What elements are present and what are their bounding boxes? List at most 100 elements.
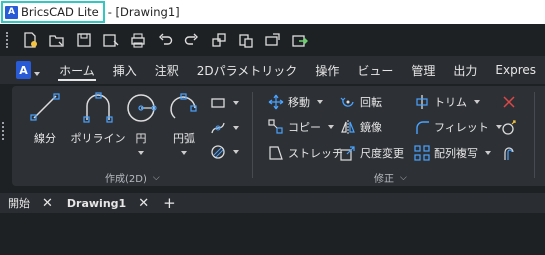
tab-home[interactable]: ホーム xyxy=(50,56,104,84)
delete-button[interactable] xyxy=(502,95,516,109)
app-name: BricsCAD Lite xyxy=(21,5,99,19)
rectangle-icon xyxy=(211,98,225,108)
doc-tab-start[interactable]: 開始 ✕ xyxy=(8,193,53,213)
stretch-button[interactable]: ストレッチ xyxy=(268,145,343,161)
rotate-label: 回転 xyxy=(360,96,382,109)
paste-icon[interactable] xyxy=(235,29,257,51)
close-icon[interactable]: ✕ xyxy=(42,196,53,211)
ribbon-panels: 線分 ポリライン 円 円弧 作成(2D) ⌵ 移動 コピー ストレッチ 回転 鏡… xyxy=(12,86,545,186)
hatch-button[interactable] xyxy=(210,144,239,160)
print-icon[interactable] xyxy=(127,29,149,51)
hatch-icon xyxy=(211,145,225,159)
app-button-icon[interactable]: A xyxy=(16,61,32,79)
draw-panel-label[interactable]: 作成(2D) ⌵ xyxy=(105,170,160,186)
chevron-down-icon[interactable] xyxy=(233,150,239,154)
move-button[interactable]: 移動 xyxy=(268,94,323,110)
copy-clip-icon[interactable] xyxy=(208,29,230,51)
rectangle-button[interactable] xyxy=(210,96,239,110)
polyline-icon xyxy=(81,90,115,124)
document-tab-bar: 開始 ✕ Drawing1 ✕ + xyxy=(0,193,545,213)
trim-icon xyxy=(416,95,428,109)
tab-insert[interactable]: 挿入 xyxy=(104,56,146,84)
chevron-down-icon[interactable] xyxy=(317,100,323,104)
copy-button[interactable]: コピー xyxy=(268,119,334,135)
fillet-icon xyxy=(416,121,429,134)
close-icon[interactable]: ✕ xyxy=(138,196,149,211)
stretch-label: ストレッチ xyxy=(288,147,343,160)
chevron-down-icon: ⌵ xyxy=(152,172,160,183)
cloud-upload-icon[interactable] xyxy=(262,29,284,51)
chevron-down-icon[interactable] xyxy=(328,125,334,129)
modify-panel-title: 修正 xyxy=(374,174,394,185)
chevron-down-icon[interactable] xyxy=(34,72,41,76)
polyline-label: ポリライン xyxy=(70,132,126,145)
toolbar-grip[interactable] xyxy=(6,32,9,48)
undo-icon[interactable] xyxy=(154,29,176,51)
offset-icon xyxy=(504,147,514,160)
chevron-down-icon[interactable] xyxy=(485,151,491,155)
panel-separator xyxy=(534,92,535,178)
app-menu-button[interactable]: A BricsCAD Lite xyxy=(1,1,105,23)
arc-button[interactable]: 円弧 xyxy=(164,90,204,155)
chevron-down-icon[interactable] xyxy=(233,101,239,105)
doc-tab-label: Drawing1 xyxy=(66,196,127,210)
scale-button[interactable]: 尺度変更 xyxy=(340,145,404,161)
tab-manipulate[interactable]: 操作 xyxy=(306,56,348,84)
array-button[interactable]: 配列複写 xyxy=(414,145,491,161)
line-button[interactable]: 線分 xyxy=(24,90,66,146)
export-icon[interactable] xyxy=(289,29,311,51)
save-icon[interactable] xyxy=(73,29,95,51)
ribbon-tab-bar: A ホーム 挿入 注釈 2Dパラメトリック 操作 ビュー 管理 出力 Expre… xyxy=(0,56,545,84)
ribbon-grip[interactable] xyxy=(2,122,5,140)
tab-manage[interactable]: 管理 xyxy=(402,56,444,84)
fillet-button[interactable]: フィレット xyxy=(414,119,502,135)
spline-icon xyxy=(211,122,225,134)
doc-tab-label: 開始 xyxy=(8,197,30,210)
tab-parametric[interactable]: 2Dパラメトリック xyxy=(188,56,307,84)
tab-view[interactable]: ビュー xyxy=(348,56,402,84)
line-label: 線分 xyxy=(34,132,56,145)
document-title: - [Drawing1] xyxy=(107,5,180,19)
drawing-area[interactable] xyxy=(0,213,545,255)
offset-button[interactable] xyxy=(502,145,518,161)
stretch-icon xyxy=(269,146,283,160)
tab-express[interactable]: Expres xyxy=(486,56,545,84)
explode-button[interactable] xyxy=(501,119,517,135)
chevron-down-icon[interactable] xyxy=(233,126,239,130)
modify-panel-label[interactable]: 修正 ⌵ xyxy=(374,170,407,186)
chevron-down-icon[interactable] xyxy=(474,100,480,104)
tab-output[interactable]: 出力 xyxy=(444,56,486,84)
quick-access-toolbar xyxy=(0,24,545,56)
chevron-down-icon[interactable] xyxy=(181,151,187,155)
add-tab-icon[interactable]: + xyxy=(163,194,176,212)
doc-tab-drawing1[interactable]: Drawing1 ✕ xyxy=(67,193,149,213)
arc-icon xyxy=(167,90,201,124)
open-file-icon[interactable] xyxy=(46,29,68,51)
trim-button[interactable]: トリム xyxy=(414,94,480,110)
panel-separator xyxy=(252,92,253,178)
new-file-icon[interactable] xyxy=(19,29,41,51)
circle-label: 円 xyxy=(135,132,147,145)
polyline-button[interactable]: ポリライン xyxy=(70,90,126,146)
bricscad-logo-icon: A xyxy=(5,5,18,19)
ribbon-body: 線分 ポリライン 円 円弧 作成(2D) ⌵ 移動 コピー ストレッチ 回転 鏡… xyxy=(0,84,545,190)
spline-button[interactable] xyxy=(210,120,239,136)
rotate-button[interactable]: 回転 xyxy=(340,94,382,110)
scale-icon xyxy=(340,146,355,161)
redo-icon[interactable] xyxy=(181,29,203,51)
chevron-down-icon[interactable] xyxy=(138,151,144,155)
fillet-label: フィレット xyxy=(434,121,489,134)
copy-icon xyxy=(268,119,283,134)
save-as-icon[interactable] xyxy=(100,29,122,51)
mirror-button[interactable]: 鏡像 xyxy=(340,119,382,135)
circle-icon xyxy=(124,90,158,124)
move-label: 移動 xyxy=(288,96,310,109)
title-bar: A BricsCAD Lite - [Drawing1] xyxy=(0,0,545,24)
tab-annotate[interactable]: 注釈 xyxy=(146,56,188,84)
arc-label: 円弧 xyxy=(173,132,195,145)
mirror-label: 鏡像 xyxy=(360,121,382,134)
explode-icon xyxy=(502,120,516,135)
circle-button[interactable]: 円 xyxy=(122,90,160,155)
chevron-down-icon: ⌵ xyxy=(400,172,407,183)
scale-label: 尺度変更 xyxy=(360,147,404,160)
